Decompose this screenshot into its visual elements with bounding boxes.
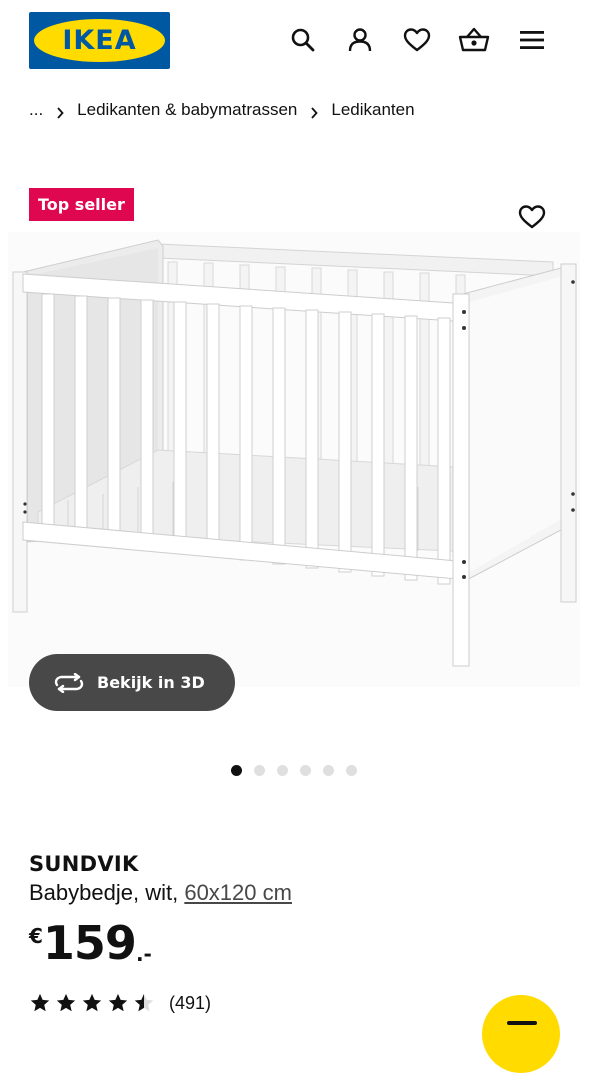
price-currency: € — [29, 924, 43, 948]
menu-icon[interactable] — [516, 24, 548, 56]
price-decimal: .- — [135, 942, 152, 966]
star-icon — [30, 993, 50, 1012]
carousel-dot[interactable] — [254, 765, 265, 776]
star-icon — [56, 993, 76, 1012]
product-name: SUNDVIK — [29, 852, 139, 876]
account-icon[interactable] — [344, 24, 376, 56]
view-in-3d-label: Bekijk in 3D — [97, 673, 205, 692]
header: IKEA — [0, 0, 589, 80]
ikea-logo[interactable]: IKEA — [29, 12, 170, 69]
search-icon[interactable] — [287, 24, 319, 56]
carousel-dot[interactable] — [277, 765, 288, 776]
carousel-dot[interactable] — [323, 765, 334, 776]
chevron-right-icon — [310, 104, 319, 119]
rotate-3d-icon — [53, 672, 85, 693]
product-price: € 159 .- — [29, 916, 152, 970]
breadcrumb: ... Ledikanten & babymatrassen Ledikante… — [29, 100, 415, 120]
top-seller-badge: Top seller — [29, 188, 134, 221]
basket-icon[interactable] — [458, 24, 490, 56]
star-icon — [82, 993, 102, 1012]
carousel-dot[interactable] — [231, 765, 242, 776]
favorites-icon[interactable] — [401, 24, 433, 56]
floating-menu-button[interactable] — [482, 995, 560, 1073]
product-image[interactable] — [8, 232, 580, 687]
product-rating[interactable]: (491) — [29, 992, 211, 1014]
carousel-indicator — [231, 765, 369, 776]
breadcrumb-ellipsis[interactable]: ... — [29, 100, 43, 120]
product-type: Babybedje, wit, — [29, 880, 179, 905]
breadcrumb-item-beds-mattresses[interactable]: Ledikanten & babymatrassen — [77, 100, 297, 120]
view-in-3d-button[interactable]: Bekijk in 3D — [29, 654, 235, 711]
chevron-right-icon — [56, 104, 64, 119]
breadcrumb-item-cribs[interactable]: Ledikanten — [331, 100, 414, 120]
carousel-dot[interactable] — [346, 765, 357, 776]
star-icon — [108, 993, 128, 1012]
menu-icon — [507, 1021, 537, 1025]
half-star-icon — [134, 993, 154, 1012]
logo-text: IKEA — [62, 25, 137, 56]
product-description: Babybedje, wit, 60x120 cm — [29, 880, 292, 906]
logo-oval: IKEA — [34, 19, 165, 62]
review-count[interactable]: (491) — [169, 993, 211, 1014]
add-to-favorites-icon[interactable] — [515, 200, 549, 234]
carousel-dot[interactable] — [300, 765, 311, 776]
product-size-link[interactable]: 60x120 cm — [184, 880, 292, 905]
price-integer: 159 — [42, 916, 137, 970]
